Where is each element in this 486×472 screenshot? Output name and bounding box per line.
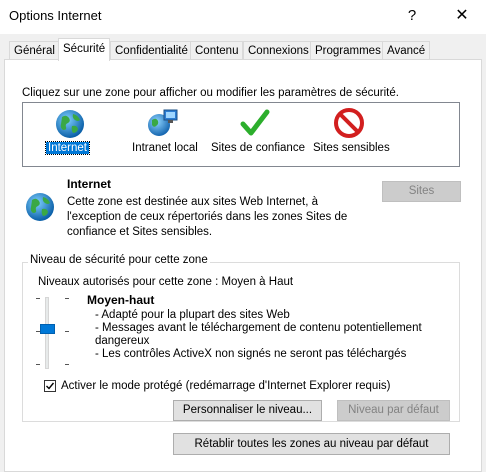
level-detail: - Messages avant le téléchargement de co… <box>95 322 422 334</box>
protected-mode-option[interactable]: Activer le mode protégé (redémarrage d'I… <box>44 380 390 392</box>
tab-connections[interactable]: Connexions <box>243 41 314 60</box>
security-slider-thumb[interactable] <box>40 324 55 334</box>
slider-tick <box>65 298 69 299</box>
zone-label: Sites de confiance <box>211 142 305 154</box>
zone-prompt: Cliquez sur une zone pour afficher ou mo… <box>22 87 399 99</box>
zone-label: Internet <box>45 141 90 155</box>
selected-zone-name: Internet <box>67 177 112 191</box>
custom-level-button[interactable]: Personnaliser le niveau... <box>173 400 322 421</box>
level-detail: - Les contrôles ActiveX non signés ne se… <box>95 348 407 360</box>
tab-content[interactable]: Contenu <box>190 41 244 60</box>
level-detail: dangereux <box>95 335 150 347</box>
protected-mode-checkbox[interactable] <box>44 380 56 392</box>
intranet-icon[interactable] <box>146 107 180 139</box>
zone-label: Intranet local <box>132 142 198 154</box>
allowed-levels-label: Niveaux autorisés pour cette zone : Moye… <box>38 276 294 288</box>
slider-tick <box>65 331 69 332</box>
close-button[interactable]: ✕ <box>448 3 476 29</box>
forbidden-icon[interactable] <box>333 107 365 139</box>
tab-general[interactable]: Général <box>9 41 60 60</box>
help-button[interactable]: ? <box>398 3 426 29</box>
tab-privacy[interactable]: Confidentialité <box>110 41 193 60</box>
zone-local-intranet[interactable]: Intranet local <box>130 142 200 154</box>
security-level-name: Moyen-haut <box>87 293 155 307</box>
zone-restricted-sites[interactable]: Sites sensibles <box>311 142 392 154</box>
selected-zone-description: Cette zone est destinée aux sites Web In… <box>67 196 348 238</box>
level-detail: - Adapté pour la plupart des sites Web <box>95 309 290 321</box>
group-title: Niveau de sécurité pour cette zone <box>28 254 210 266</box>
sites-button[interactable]: Sites <box>382 181 461 202</box>
zone-trusted-sites[interactable]: Sites de confiance <box>209 142 307 154</box>
window-title: Options Internet <box>9 8 102 23</box>
zone-label: Sites sensibles <box>313 142 390 154</box>
tab-advanced[interactable]: Avancé <box>382 41 431 60</box>
default-level-button[interactable]: Niveau par défaut <box>337 400 450 421</box>
slider-tick <box>36 364 40 365</box>
checkmark-icon <box>46 382 55 390</box>
zone-internet[interactable]: Internet <box>45 141 90 155</box>
slider-tick <box>65 364 69 365</box>
tab-programs[interactable]: Programmes <box>310 41 386 60</box>
globe-icon <box>26 193 54 221</box>
checkmark-icon[interactable] <box>240 108 270 138</box>
reset-all-zones-button[interactable]: Rétablir toutes les zones au niveau par … <box>173 433 450 455</box>
tab-security[interactable]: Sécurité <box>58 38 111 61</box>
globe-icon[interactable] <box>54 108 86 140</box>
slider-tick <box>36 298 40 299</box>
protected-mode-label: Activer le mode protégé (redémarrage d'I… <box>61 380 391 392</box>
